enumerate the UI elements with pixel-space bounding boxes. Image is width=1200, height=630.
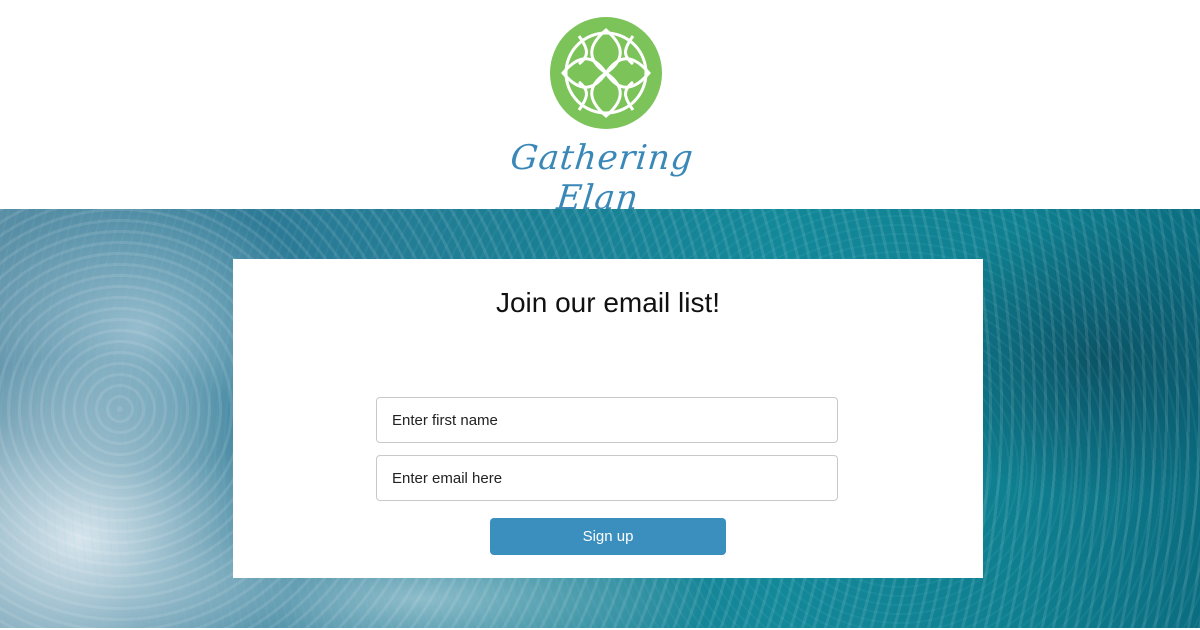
first-name-input[interactable] bbox=[376, 397, 838, 443]
signup-button[interactable]: Sign up bbox=[490, 518, 726, 555]
email-input[interactable] bbox=[376, 455, 838, 501]
signup-title: Join our email list! bbox=[495, 287, 721, 318]
flower-lattice-logo-icon bbox=[550, 17, 662, 129]
brand-wordmark: Gathering Elan bbox=[508, 138, 696, 218]
email-signup-card: Join our email list! Sign up bbox=[233, 259, 983, 578]
site-header: Gathering Elan bbox=[0, 0, 1200, 218]
